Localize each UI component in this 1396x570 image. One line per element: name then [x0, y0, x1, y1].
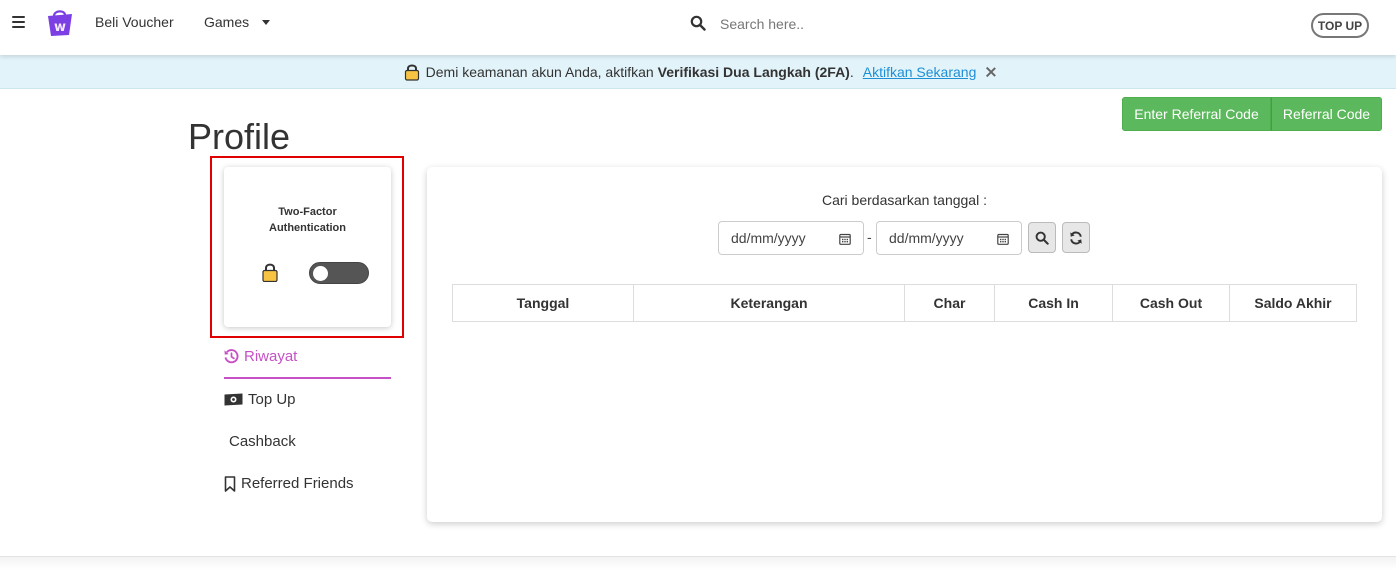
menu-label-riwayat: Riwayat [244, 348, 298, 365]
nav-beli-voucher[interactable]: Beli Voucher [95, 14, 174, 30]
column-header[interactable]: Tanggal [452, 284, 634, 322]
menu-label-top-up: Top Up [248, 391, 296, 408]
lock-icon [262, 263, 278, 282]
active-underline [224, 377, 391, 379]
referral-code-button[interactable]: Referral Code [1271, 97, 1382, 131]
two-factor-toggle[interactable] [309, 262, 369, 284]
menu-item-top-up[interactable]: Top Up [224, 391, 296, 408]
start-date-input[interactable]: dd/mm/yyyy [718, 221, 864, 255]
end-date-placeholder: dd/mm/yyyy [889, 230, 964, 246]
chevron-down-icon[interactable] [262, 20, 270, 25]
search-icon[interactable] [690, 15, 706, 31]
search-input[interactable] [720, 12, 1040, 36]
menu-label-referred-friends: Referred Friends [241, 475, 354, 492]
enter-referral-code-button[interactable]: Enter Referral Code [1122, 97, 1271, 131]
nav-games[interactable]: Games [204, 14, 249, 30]
two-factor-card: Two-Factor Authentication [224, 167, 391, 327]
refresh-icon [1070, 231, 1082, 244]
date-filter-label: Cari berdasarkan tanggal : [822, 192, 987, 208]
close-icon[interactable] [986, 67, 996, 77]
menu-item-riwayat[interactable]: Riwayat [224, 348, 297, 365]
start-date-placeholder: dd/mm/yyyy [731, 230, 806, 246]
top-up-button[interactable]: TOP UP [1311, 13, 1369, 38]
two-factor-title-line2: Authentication [269, 222, 346, 234]
menu-item-referred-friends[interactable]: Referred Friends [224, 475, 354, 492]
two-factor-title: Two-Factor Authentication [224, 204, 391, 236]
column-header[interactable]: Saldo Akhir [1229, 284, 1357, 322]
date-range-separator: - [867, 229, 872, 245]
banner-text: Demi keamanan akun Anda, aktifkan [425, 63, 654, 80]
banner-bold-text: Verifikasi Dua Langkah (2FA) [657, 63, 850, 80]
page-title: Profile [188, 116, 291, 157]
footer-divider [0, 556, 1396, 570]
transaction-table: Tanggal Keterangan Char Cash In Cash Out… [452, 284, 1357, 322]
column-header[interactable]: Char [904, 284, 995, 322]
banner-period: . [849, 63, 854, 80]
svg-text:w: w [54, 20, 66, 35]
2fa-banner: Demi keamanan akun Anda, aktifkan Verifi… [0, 55, 1396, 89]
two-factor-title-line1: Two-Factor [278, 206, 337, 218]
menu-label-cashback: Cashback [229, 433, 296, 450]
lock-icon [404, 64, 419, 81]
column-header[interactable]: Cash In [994, 284, 1113, 322]
brand-logo[interactable]: w [45, 9, 75, 37]
calendar-icon[interactable] [997, 233, 1009, 245]
refresh-button[interactable] [1062, 222, 1090, 253]
referral-button-group: Enter Referral Code Referral Code [1122, 97, 1382, 131]
end-date-input[interactable]: dd/mm/yyyy [876, 221, 1022, 255]
column-header[interactable]: Keterangan [633, 284, 905, 322]
search-icon [1035, 231, 1049, 245]
bookmark-icon [224, 475, 236, 492]
money-icon [224, 393, 243, 406]
top-navbar: w Beli Voucher Games TOP UP [0, 0, 1396, 55]
activate-now-link[interactable]: Aktifkan Sekarang [863, 64, 977, 80]
history-icon [224, 349, 239, 364]
calendar-icon[interactable] [839, 233, 851, 245]
toggle-knob [313, 266, 328, 281]
hamburger-menu-icon[interactable] [12, 16, 25, 30]
column-header[interactable]: Cash Out [1112, 284, 1230, 322]
search-button[interactable] [1028, 222, 1056, 253]
table-header-row: Tanggal Keterangan Char Cash In Cash Out… [452, 284, 1357, 322]
transaction-history-panel: Cari berdasarkan tanggal : dd/mm/yyyy - … [427, 167, 1382, 522]
menu-item-cashback[interactable]: Cashback [229, 433, 296, 450]
